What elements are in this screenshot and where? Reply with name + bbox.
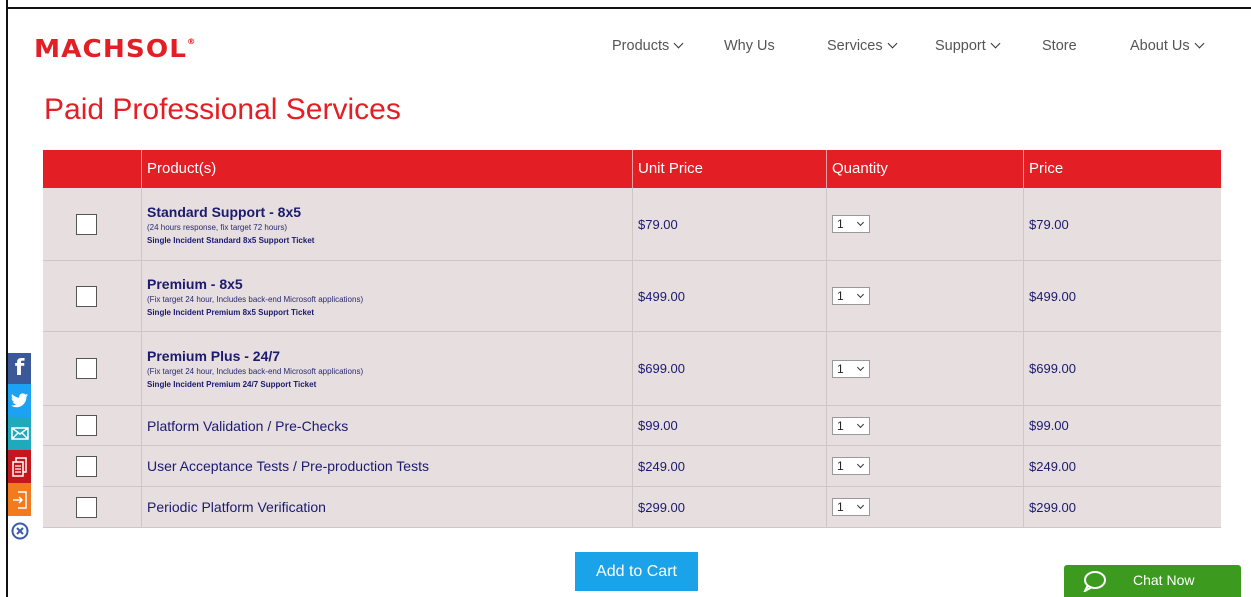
select-checkbox[interactable]: [75, 213, 97, 235]
product-name: Premium - 8x5: [147, 275, 243, 292]
main-nav: Products Why Us Services Support Store A…: [10, 38, 1251, 62]
line-price: $499.00: [1029, 288, 1076, 304]
table-row: Premium Plus - 24/7 (Fix target 24 hour,…: [43, 332, 1221, 406]
twitter-icon[interactable]: [8, 384, 31, 417]
select-checkbox[interactable]: [75, 455, 97, 477]
line-price: $249.00: [1029, 458, 1076, 474]
nav-support[interactable]: Support: [935, 38, 1001, 54]
chevron-down-icon: [990, 38, 1001, 49]
nav-why-us[interactable]: Why Us: [724, 38, 775, 54]
line-price: $299.00: [1029, 499, 1076, 515]
product-name: User Acceptance Tests / Pre-production T…: [147, 458, 429, 474]
select-checkbox[interactable]: [75, 415, 97, 436]
chevron-down-icon: [673, 38, 684, 49]
select-checkbox[interactable]: [75, 358, 97, 379]
chevron-down-icon: [856, 218, 865, 227]
quantity-select[interactable]: 1: [832, 457, 870, 475]
quantity-select[interactable]: 1: [832, 287, 870, 305]
quantity-select[interactable]: 1: [832, 359, 870, 378]
chevron-down-icon: [1194, 38, 1205, 49]
product-detail: (Fix target 24 hour, Includes back-end M…: [147, 294, 364, 304]
facebook-icon[interactable]: f: [8, 353, 31, 384]
product-note: Single Incident Premium 24/7 Support Tic…: [147, 380, 317, 389]
chat-now-button[interactable]: Chat Now: [1064, 565, 1241, 597]
table-row: Standard Support - 8x5 (24 hours respons…: [43, 188, 1221, 261]
close-icon[interactable]: [11, 522, 29, 540]
unit-price: $99.00: [638, 418, 678, 433]
product-name: Standard Support - 8x5: [147, 203, 302, 220]
table-row: Premium - 8x5 (Fix target 24 hour, Inclu…: [43, 261, 1221, 332]
table-row: Platform Validation / Pre-Checks $99.00 …: [43, 406, 1221, 446]
unit-price: $299.00: [638, 499, 685, 515]
chevron-down-icon: [856, 363, 865, 371]
product-note: Single Incident Premium 8x5 Support Tick…: [147, 307, 315, 317]
product-name: Periodic Platform Verification: [147, 499, 326, 515]
site-header: MACHSOL® Products Why Us Services Suppor…: [10, 10, 1251, 87]
window-frame-left: [0, 0, 8, 597]
line-price: $699.00: [1029, 361, 1076, 376]
chevron-down-icon: [856, 290, 865, 299]
select-checkbox[interactable]: [75, 496, 97, 518]
quantity-select[interactable]: 1: [832, 498, 870, 516]
chevron-down-icon: [856, 501, 865, 510]
print-icon[interactable]: [8, 450, 31, 483]
header-price: Price: [1023, 150, 1221, 188]
product-name: Platform Validation / Pre-Checks: [147, 417, 349, 434]
product-detail: (24 hours response, fix target 72 hours): [147, 222, 288, 232]
share-icon[interactable]: [8, 483, 31, 516]
table-row: Periodic Platform Verification $299.00 1…: [43, 487, 1221, 528]
chat-now-label: Chat Now: [1133, 572, 1195, 588]
table-row: User Acceptance Tests / Pre-production T…: [43, 446, 1221, 487]
add-to-cart-button[interactable]: Add to Cart: [575, 552, 698, 591]
unit-price: $249.00: [638, 458, 685, 474]
chevron-down-icon: [856, 460, 865, 469]
chevron-down-icon: [856, 420, 865, 428]
window-frame-top: [0, 0, 1251, 9]
nav-products[interactable]: Products: [612, 38, 684, 54]
line-price: $99.00: [1029, 418, 1069, 433]
line-price: $79.00: [1029, 216, 1069, 232]
select-checkbox[interactable]: [75, 285, 97, 307]
product-note: Single Incident Standard 8x5 Support Tic…: [147, 235, 315, 245]
unit-price: $79.00: [638, 216, 678, 232]
product-detail: (Fix target 24 hour, Includes back-end M…: [147, 367, 364, 376]
page-title: Paid Professional Services: [44, 93, 401, 126]
table-header: Product(s) Unit Price Quantity Price: [43, 150, 1221, 188]
nav-about-us[interactable]: About Us: [1130, 38, 1205, 54]
unit-price: $499.00: [638, 288, 685, 304]
email-icon[interactable]: [8, 417, 31, 450]
header-select: [43, 150, 141, 188]
nav-store[interactable]: Store: [1042, 38, 1077, 54]
chevron-down-icon: [887, 38, 898, 49]
header-products: Product(s): [141, 150, 632, 188]
nav-services[interactable]: Services: [827, 38, 898, 54]
product-name: Premium Plus - 24/7: [147, 348, 281, 364]
chat-bubble-icon: [1083, 571, 1106, 592]
social-share-bar: f: [8, 353, 31, 516]
quantity-select[interactable]: 1: [832, 215, 870, 233]
unit-price: $699.00: [638, 361, 685, 376]
header-quantity: Quantity: [826, 150, 1023, 188]
services-table: Product(s) Unit Price Quantity Price Sta…: [43, 150, 1221, 528]
header-unit-price: Unit Price: [632, 150, 826, 188]
quantity-select[interactable]: 1: [832, 416, 870, 435]
